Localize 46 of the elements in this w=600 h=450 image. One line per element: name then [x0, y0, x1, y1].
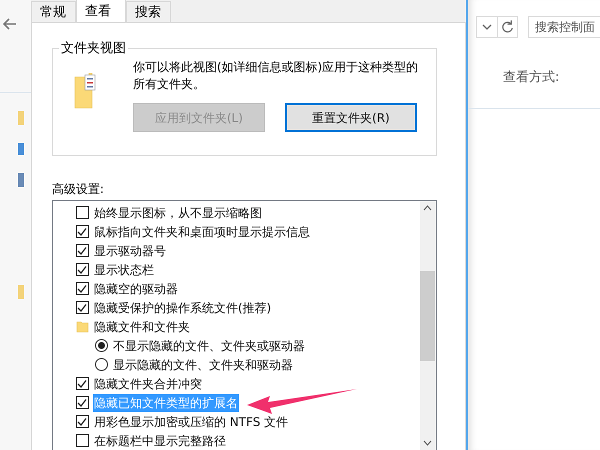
scrollbar-thumb[interactable] — [420, 271, 436, 361]
checkbox[interactable] — [76, 377, 89, 390]
description-text: 你可以将此视图(如详细信息或图标)应用于这种类型的所有文件夹。 — [132, 59, 420, 93]
option-label: 显示状态栏 — [92, 262, 155, 278]
option-label: 在标题栏中显示完整路径 — [92, 432, 227, 450]
checkbox[interactable] — [76, 244, 89, 257]
option-label: 始终显示图标，从不显示缩略图 — [92, 204, 263, 222]
checkbox[interactable] — [76, 225, 89, 238]
checkmark-icon — [77, 398, 88, 408]
checkmark-icon — [77, 246, 88, 256]
checkbox[interactable] — [76, 396, 89, 409]
checkmark-icon — [77, 284, 88, 294]
view-by-label: 查看方式: — [503, 69, 560, 87]
checkmark-icon — [77, 226, 88, 236]
checkbox[interactable] — [76, 301, 89, 314]
radio-button[interactable] — [94, 358, 108, 371]
search-field[interactable]: 搜索控制面 — [528, 16, 600, 38]
tab[interactable]: 查看 — [76, 0, 126, 22]
option-label: 隐藏空的驱动器 — [92, 280, 179, 298]
checkmark-icon — [77, 302, 88, 312]
checkmark-icon — [77, 378, 88, 388]
option-label: 不显示隐藏的文件、文件夹或驱动器 — [112, 338, 306, 354]
option-label: 隐藏已知文件类型的扩展名 — [92, 394, 239, 412]
option-label: 用彩色显示加密或压缩的 NTFS 文件 — [92, 414, 290, 430]
option-label: 隐藏文件和文件夹 — [92, 318, 191, 336]
section-label: 高级设置: — [52, 181, 105, 198]
folder-view-button[interactable]: 重置文件夹(R) — [284, 103, 417, 132]
radio-button[interactable] — [94, 339, 108, 352]
scroll-up-icon[interactable] — [423, 205, 432, 211]
back-arrow-icon[interactable] — [3, 18, 18, 30]
checkbox[interactable] — [76, 206, 89, 219]
checkbox[interactable] — [76, 434, 89, 447]
checkbox[interactable] — [76, 263, 89, 276]
tab[interactable]: 常规 — [30, 1, 76, 22]
checkmark-icon — [77, 416, 88, 426]
option-label: 隐藏受保护的操作系统文件(推荐) — [92, 300, 272, 316]
checkbox[interactable] — [76, 415, 89, 428]
checkbox[interactable] — [76, 282, 89, 295]
option-label: 显示隐藏的文件、文件夹和驱动器 — [112, 356, 294, 374]
scroll-down-icon[interactable] — [423, 440, 432, 446]
option-label: 显示驱动器号 — [92, 242, 167, 260]
option-label: 鼠标指向文件夹和桌面项时显示提示信息 — [92, 224, 311, 240]
option-label: 隐藏文件夹合并冲突 — [92, 376, 203, 392]
checkmark-icon — [77, 264, 88, 274]
scrollbar[interactable] — [420, 201, 436, 450]
tab[interactable]: 搜索 — [126, 1, 171, 22]
